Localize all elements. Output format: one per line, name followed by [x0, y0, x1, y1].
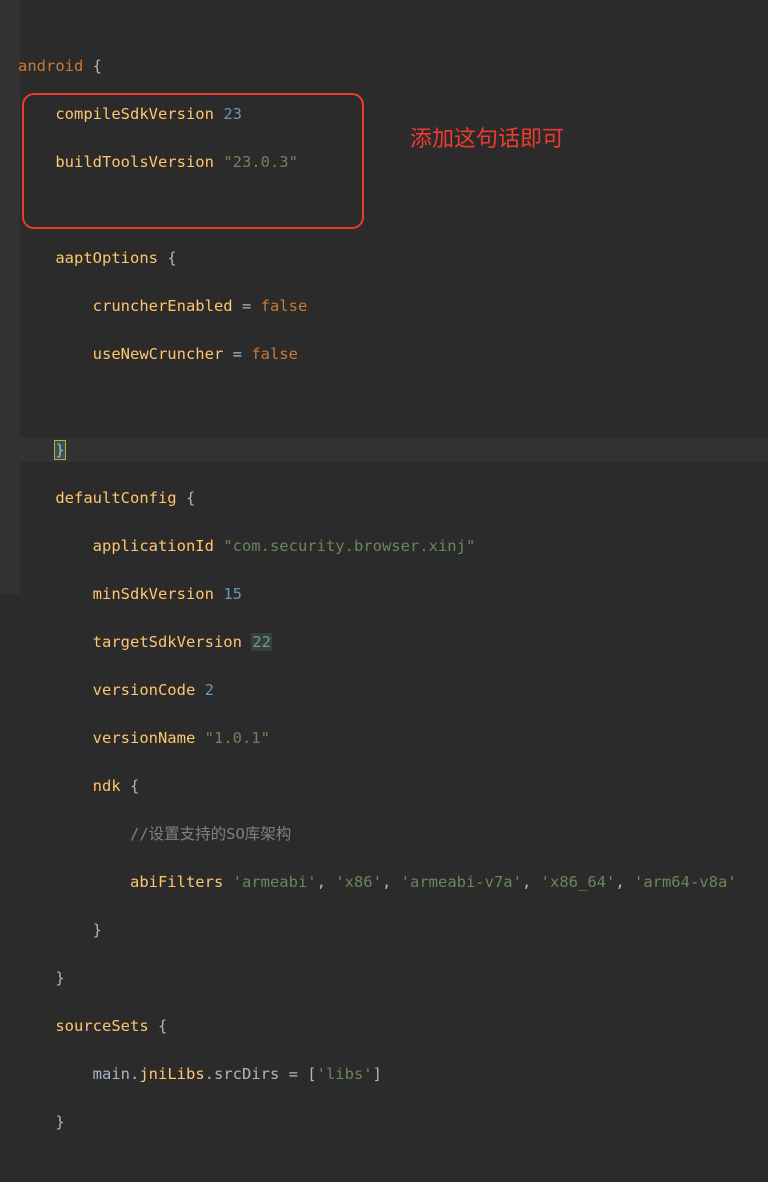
token-string: "23.0.3" [223, 153, 298, 171]
token-string: 'armeabi-v7a' [401, 873, 522, 891]
token-identifier: defaultConfig [55, 489, 186, 507]
token-string: "com.security.browser.xinj" [223, 537, 475, 555]
code-line: } [18, 1110, 768, 1134]
token-string: "1.0.1" [205, 729, 270, 747]
token-identifier: useNewCruncher [93, 345, 233, 363]
code-line: versionName "1.0.1" [18, 726, 768, 750]
token-comma: , [317, 873, 336, 891]
code-line: applicationId "com.security.browser.xinj… [18, 534, 768, 558]
code-line: versionCode 2 [18, 678, 768, 702]
code-line: useNewCruncher = false [18, 342, 768, 366]
token-identifier: cruncherEnabled [93, 297, 242, 315]
token-brace: { [83, 57, 102, 75]
code-line: aaptOptions { [18, 246, 768, 270]
code-lines: android { compileSdkVersion 23 buildTool… [18, 30, 768, 1158]
token-identifier: compileSdkVersion [55, 105, 223, 123]
code-line: compileSdkVersion 23 [18, 102, 768, 126]
code-line: } [18, 918, 768, 942]
token-number-highlighted: 22 [251, 633, 272, 651]
code-line-active: } [18, 438, 768, 462]
token-identifier: abiFilters [130, 873, 233, 891]
token-brace: { [158, 1017, 167, 1035]
code-line: ndk { [18, 774, 768, 798]
code-line [18, 390, 768, 414]
token-brace: } [55, 1113, 64, 1131]
token-brace: } [93, 921, 102, 939]
token-eq: = [242, 297, 261, 315]
token-identifier: versionName [93, 729, 205, 747]
token-eq: = [233, 345, 252, 363]
token-brace: { [167, 249, 176, 267]
code-editor[interactable]: android { compileSdkVersion 23 buildTool… [0, 0, 768, 594]
code-line: main.jniLibs.srcDirs = ['libs'] [18, 1062, 768, 1086]
token-keyword: android [18, 57, 83, 75]
token-number: 15 [223, 585, 242, 603]
token-keyword: false [261, 297, 308, 315]
token-identifier: buildToolsVersion [55, 153, 223, 171]
code-line: abiFilters 'armeabi', 'x86', 'armeabi-v7… [18, 870, 768, 894]
token-brace: } [55, 969, 64, 987]
code-line: minSdkVersion 15 [18, 582, 768, 606]
token-plain: ] [373, 1065, 382, 1083]
code-line [18, 198, 768, 222]
token-comma: , [382, 873, 401, 891]
code-line: defaultConfig { [18, 486, 768, 510]
token-comment: //设置支持的SO库架构 [130, 825, 291, 843]
token-string: 'x86' [335, 873, 382, 891]
token-string: 'armeabi' [233, 873, 317, 891]
token-comma: , [522, 873, 541, 891]
token-brace: } [55, 441, 64, 459]
token-number: 23 [223, 105, 242, 123]
token-identifier: targetSdkVersion [93, 633, 252, 651]
token-identifier: applicationId [93, 537, 224, 555]
token-number: 2 [205, 681, 214, 699]
code-line: sourceSets { [18, 1014, 768, 1038]
token-identifier: sourceSets [55, 1017, 158, 1035]
token-plain: main. [93, 1065, 140, 1083]
token-plain: .srcDirs = [ [205, 1065, 317, 1083]
token-brace: { [130, 777, 139, 795]
code-line: cruncherEnabled = false [18, 294, 768, 318]
token-identifier: jniLibs [139, 1065, 204, 1083]
code-line: targetSdkVersion 22 [18, 630, 768, 654]
token-string: 'arm64-v8a' [634, 873, 737, 891]
code-line: } [18, 966, 768, 990]
token-identifier: minSdkVersion [93, 585, 224, 603]
token-identifier: ndk [93, 777, 130, 795]
token-keyword: false [251, 345, 298, 363]
code-line: buildToolsVersion "23.0.3" [18, 150, 768, 174]
token-identifier: versionCode [93, 681, 205, 699]
token-brace: { [186, 489, 195, 507]
token-string: 'libs' [317, 1065, 373, 1083]
code-line: //设置支持的SO库架构 [18, 822, 768, 846]
token-identifier: aaptOptions [55, 249, 167, 267]
code-line: android { [18, 54, 768, 78]
token-string: 'x86_64' [541, 873, 616, 891]
token-comma: , [615, 873, 634, 891]
